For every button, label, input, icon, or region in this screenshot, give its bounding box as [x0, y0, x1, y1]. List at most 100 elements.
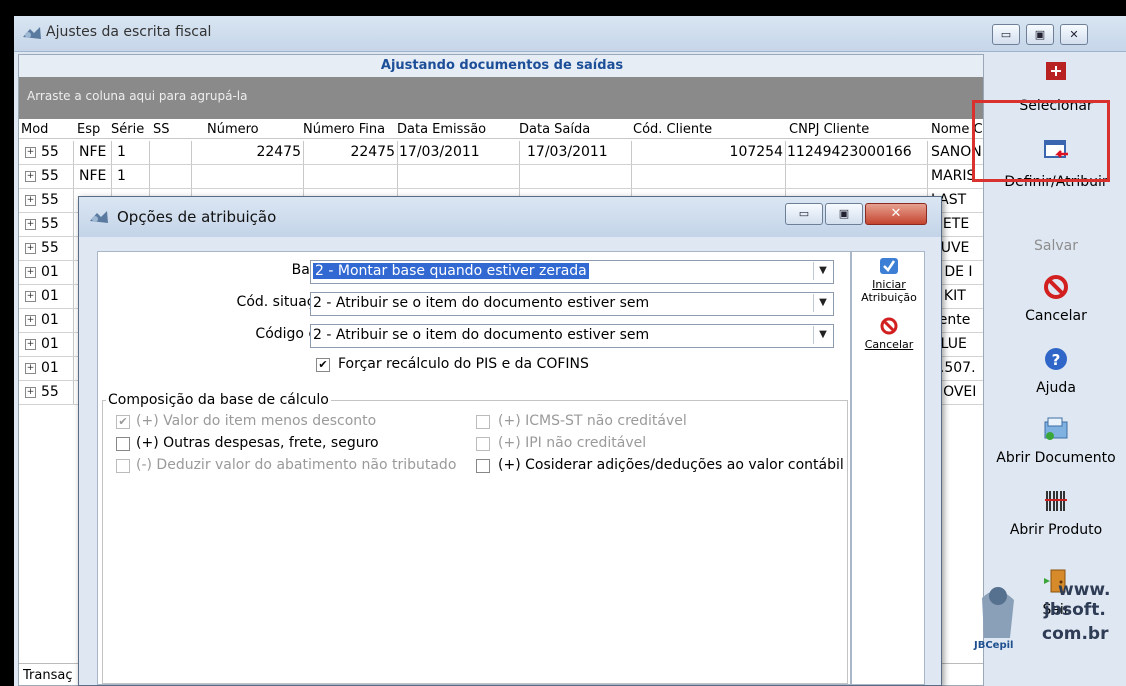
grid-line: [303, 141, 304, 164]
incidencia-select[interactable]: 2 - Atribuir se o item do documento esti…: [310, 324, 834, 348]
grid-line: [519, 141, 520, 164]
cell-mod: 01: [41, 264, 59, 280]
cell-cnpj: 11249423000166: [787, 144, 912, 160]
iniciar-atribuicao-button[interactable]: Iniciar Atribuição: [852, 254, 926, 314]
base-calculo-select[interactable]: 2 - Montar base quando estiver zerada ▼: [310, 260, 834, 284]
dialog-close-button[interactable]: ✕: [865, 203, 927, 225]
dialog-app-icon: [90, 211, 108, 223]
grid-line: [73, 285, 74, 308]
cell-serie: 1: [117, 144, 126, 160]
outras-despesas-checkbox[interactable]: [116, 437, 130, 451]
expand-row-icon[interactable]: +: [25, 291, 36, 302]
grid-line: [111, 141, 112, 164]
grid-line: [73, 309, 74, 332]
cell-mod: 55: [41, 168, 59, 184]
valor-item-label: (+) Valor do item menos desconto: [136, 413, 377, 429]
forcar-recalculo-checkbox[interactable]: ✔: [316, 358, 330, 372]
grid-line: [927, 141, 928, 164]
cell-esp: NFE: [79, 168, 107, 184]
expand-row-icon[interactable]: +: [25, 363, 36, 374]
group-by-hint: Arraste a coluna aqui para agrupá-la: [27, 89, 248, 103]
svg-text:?: ?: [1052, 351, 1061, 369]
panel-title: Ajustando documentos de saídas: [19, 55, 983, 77]
cell-data-saida: 17/03/2011: [527, 144, 608, 160]
expand-row-icon[interactable]: +: [25, 171, 36, 182]
expand-row-icon[interactable]: +: [25, 147, 36, 158]
grid-line: [927, 165, 928, 188]
ajuda-button[interactable]: ? Ajuda: [986, 346, 1126, 406]
maximize-button[interactable]: ▣: [1026, 24, 1054, 45]
expand-row-icon[interactable]: +: [25, 339, 36, 350]
cell-mod: 55: [41, 240, 59, 256]
expand-row-icon[interactable]: +: [25, 243, 36, 254]
cst-value: 2 - Atribuir se o item do documento esti…: [313, 295, 650, 311]
column-header[interactable]: Data Saída: [519, 122, 590, 137]
expand-row-icon[interactable]: +: [25, 315, 36, 326]
icms-st-checkbox[interactable]: [476, 415, 490, 429]
grid-line: [73, 189, 74, 212]
grid-line: [397, 141, 398, 164]
minimize-button[interactable]: ▭: [992, 24, 1020, 45]
chevron-down-icon[interactable]: ▼: [813, 262, 832, 280]
dialog-maximize-button[interactable]: ▣: [825, 203, 863, 225]
adicoes-label: (+) Cosiderar adições/deduções ao valor …: [498, 457, 844, 473]
grid-line: [73, 357, 74, 380]
cancelar-toolbar-button[interactable]: Cancelar: [986, 274, 1126, 334]
chevron-down-icon[interactable]: ▼: [813, 294, 832, 312]
salvar-label: Salvar: [1034, 238, 1078, 254]
grid-line: [519, 165, 520, 188]
column-header[interactable]: Esp: [77, 122, 100, 137]
grid-line: [73, 141, 74, 164]
expand-row-icon[interactable]: +: [25, 387, 36, 398]
column-header[interactable]: Cód. Cliente: [633, 122, 712, 137]
cell-mod: 01: [41, 336, 59, 352]
cst-select[interactable]: 2 - Atribuir se o item do documento esti…: [310, 292, 834, 316]
app-icon: [23, 27, 41, 39]
dialog-minimize-button[interactable]: ▭: [785, 203, 823, 225]
valor-item-checkbox[interactable]: ✔: [116, 415, 130, 429]
cell-mod: 55: [41, 144, 59, 160]
cancel-icon: [880, 317, 898, 335]
column-header[interactable]: Data Emissão: [397, 122, 486, 137]
cell-nome: MARIS: [931, 168, 976, 184]
column-header[interactable]: Série: [111, 122, 144, 137]
column-header[interactable]: Número: [207, 122, 259, 137]
column-header[interactable]: Número Fina: [303, 122, 385, 137]
grid-header: Mod Esp Série SS Número Número Fina Data…: [19, 119, 983, 139]
chevron-down-icon[interactable]: ▼: [813, 326, 832, 344]
group-by-panel[interactable]: Arraste a coluna aqui para agrupá-la: [19, 77, 983, 119]
cell-mod: 01: [41, 312, 59, 328]
expand-row-icon[interactable]: +: [25, 195, 36, 206]
cell-data-emissao: 17/03/2011: [399, 144, 480, 160]
grid-line: [397, 165, 398, 188]
ipi-checkbox[interactable]: [476, 437, 490, 451]
grid-line: [111, 165, 112, 188]
cell-mod: 01: [41, 288, 59, 304]
grid-line: [785, 141, 786, 164]
composicao-group-title: Composição da base de cálculo: [106, 392, 331, 408]
cell-numero: 22475: [256, 144, 301, 160]
cancelar-dialog-button[interactable]: Cancelar: [852, 314, 926, 358]
abrir-documento-button[interactable]: Abrir Documento: [986, 416, 1126, 476]
adicoes-checkbox[interactable]: [476, 459, 490, 473]
close-button[interactable]: ✕: [1060, 24, 1088, 45]
column-header[interactable]: Mod: [21, 122, 48, 137]
column-header[interactable]: CNPJ Cliente: [789, 122, 869, 137]
outras-despesas-label: (+) Outras despesas, frete, seguro: [136, 435, 379, 451]
ajuda-label: Ajuda: [1036, 380, 1076, 396]
logo-url-line2: jbsoft.: [1044, 600, 1106, 620]
cell-mod: 55: [41, 384, 59, 400]
column-header[interactable]: SS: [153, 122, 170, 137]
abrir-documento-label: Abrir Documento: [996, 450, 1116, 466]
table-row[interactable]: +55 NFE 1 MARIS: [19, 165, 983, 189]
window-title: Ajustes da escrita fiscal: [46, 24, 212, 40]
base-calculo-value: 2 - Montar base quando estiver zerada: [313, 263, 589, 279]
grid-line: [191, 165, 192, 188]
expand-row-icon[interactable]: +: [25, 219, 36, 230]
deduzir-checkbox[interactable]: [116, 459, 130, 473]
table-row[interactable]: +55 NFE 1 22475 22475 17/03/2011 17/03/2011 107…: [19, 141, 983, 165]
grid-line: [73, 213, 74, 236]
expand-row-icon[interactable]: +: [25, 267, 36, 278]
grid-line: [73, 261, 74, 284]
abrir-produto-button[interactable]: Abrir Produto: [986, 488, 1126, 548]
